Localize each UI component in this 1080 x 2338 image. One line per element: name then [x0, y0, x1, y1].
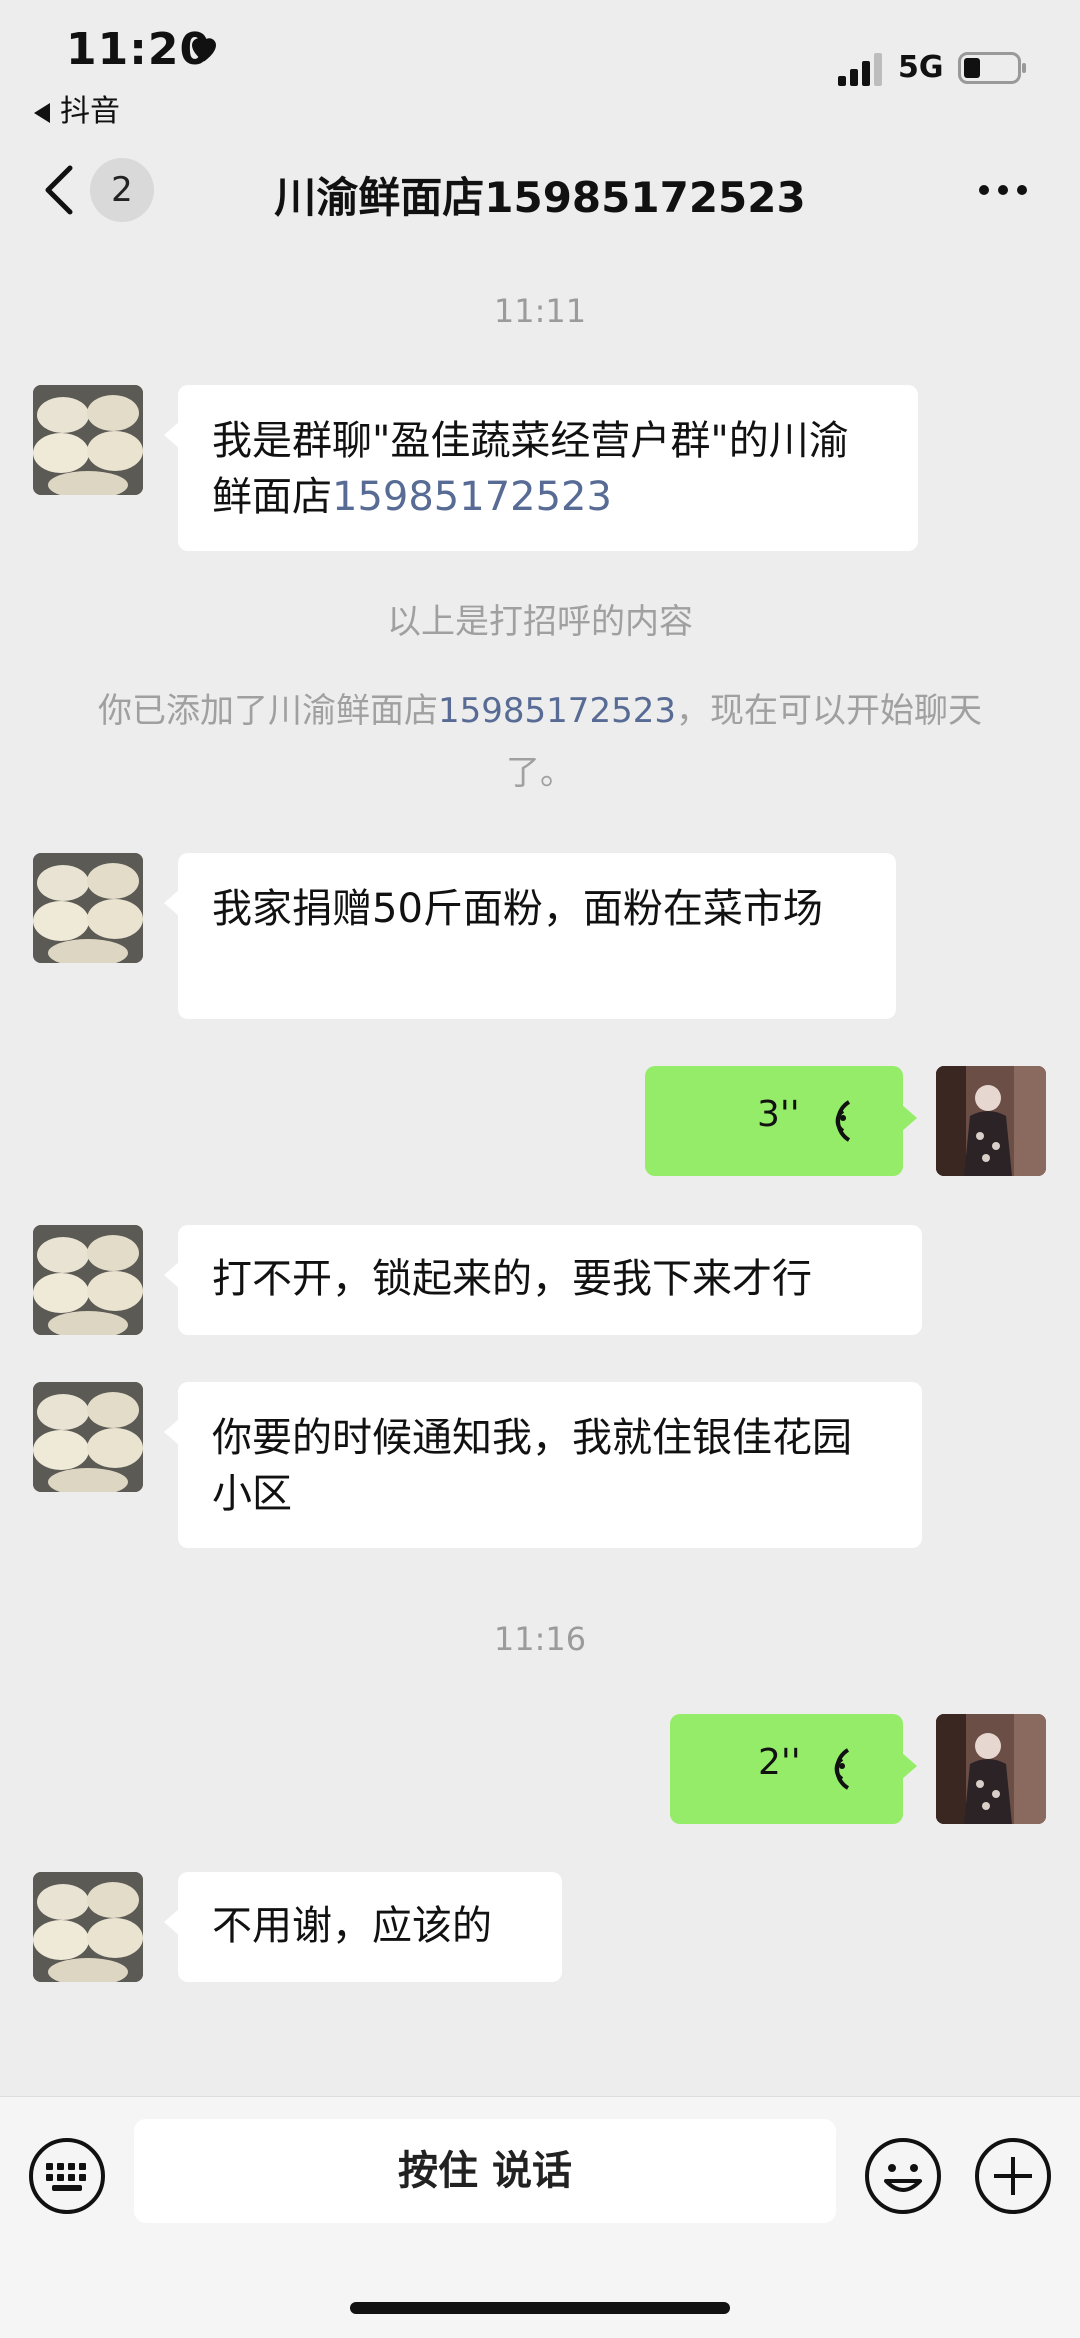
chat-header: 2 川渝鲜面店15985172523	[0, 140, 1080, 240]
greeting-note: 以上是打招呼的内容	[387, 602, 693, 642]
home-indicator[interactable]	[350, 2302, 730, 2314]
voice-wave-icon	[834, 1748, 850, 1790]
message-bubble[interactable]: 我是群聊"盈佳蔬菜经营户群"的川渝鲜面店15985172523	[164, 385, 918, 551]
message-text: 我家捐赠50斤面粉，面粉在菜市场	[212, 886, 823, 932]
heart-icon	[192, 38, 216, 62]
timestamp: 11:16	[493, 1620, 587, 1658]
contact-avatar[interactable]	[33, 1872, 143, 1982]
back-to-app[interactable]: 抖音	[34, 86, 120, 130]
contact-avatar[interactable]	[33, 1225, 143, 1335]
phone-link[interactable]: 15985172523	[332, 474, 612, 520]
voice-duration: 2''	[758, 1742, 801, 1783]
system-text: 你已添加了川渝鲜面店	[98, 691, 439, 731]
signal-icon	[838, 53, 882, 86]
message-bubble[interactable]: 不用谢，应该的	[164, 1872, 562, 1982]
my-avatar[interactable]	[936, 1066, 1046, 1176]
more-icon[interactable]	[976, 170, 1030, 210]
my-avatar[interactable]	[936, 1714, 1046, 1824]
network-type: 5G	[898, 50, 944, 85]
contact-avatar[interactable]	[33, 385, 143, 495]
battery-icon	[958, 52, 1026, 84]
message-text: 你要的时候通知我，我就住银佳花园小区	[212, 1415, 852, 1517]
back-triangle-icon	[34, 102, 50, 123]
contact-avatar[interactable]	[33, 853, 143, 963]
message-text: 打不开，锁起来的，要我下来才行	[212, 1256, 812, 1302]
unread-badge[interactable]: 2	[90, 158, 154, 222]
system-message: 你已添加了川渝鲜面店15985172523，现在可以开始聊天了。	[80, 680, 1000, 804]
message-bubble[interactable]: 我家捐赠50斤面粉，面粉在菜市场	[164, 853, 896, 1019]
person-avatar-image	[936, 1714, 1046, 1824]
person-avatar-image	[936, 1066, 1046, 1176]
timestamp: 11:11	[493, 292, 587, 330]
buns-avatar-image	[33, 1382, 143, 1492]
plus-icon[interactable]	[974, 2137, 1052, 2215]
back-chevron-icon[interactable]	[40, 162, 78, 218]
phone-link[interactable]: 15985172523	[438, 691, 676, 731]
buns-avatar-image	[33, 853, 143, 963]
back-app-label: 抖音	[60, 94, 120, 129]
contact-avatar[interactable]	[33, 1382, 143, 1492]
keyboard-icon[interactable]	[28, 2137, 106, 2215]
buns-avatar-image	[33, 1872, 143, 1982]
voice-duration: 3''	[757, 1094, 800, 1135]
message-text: 不用谢，应该的	[212, 1903, 492, 1949]
message-bubble[interactable]: 你要的时候通知我，我就住银佳花园小区	[164, 1382, 922, 1548]
voice-message-bubble[interactable]: 2''	[670, 1714, 917, 1824]
buns-avatar-image	[33, 1225, 143, 1335]
voice-wave-icon	[835, 1100, 851, 1142]
message-bubble[interactable]: 打不开，锁起来的，要我下来才行	[164, 1225, 922, 1335]
emoji-icon[interactable]	[864, 2137, 942, 2215]
voice-message-bubble[interactable]: 3''	[645, 1066, 917, 1176]
status-bar: 11:20 抖音 5G	[0, 0, 1080, 130]
hold-to-talk-button[interactable]: 按住 说话	[134, 2119, 836, 2223]
chat-title: 川渝鲜面店15985172523	[274, 173, 806, 222]
buns-avatar-image	[33, 385, 143, 495]
